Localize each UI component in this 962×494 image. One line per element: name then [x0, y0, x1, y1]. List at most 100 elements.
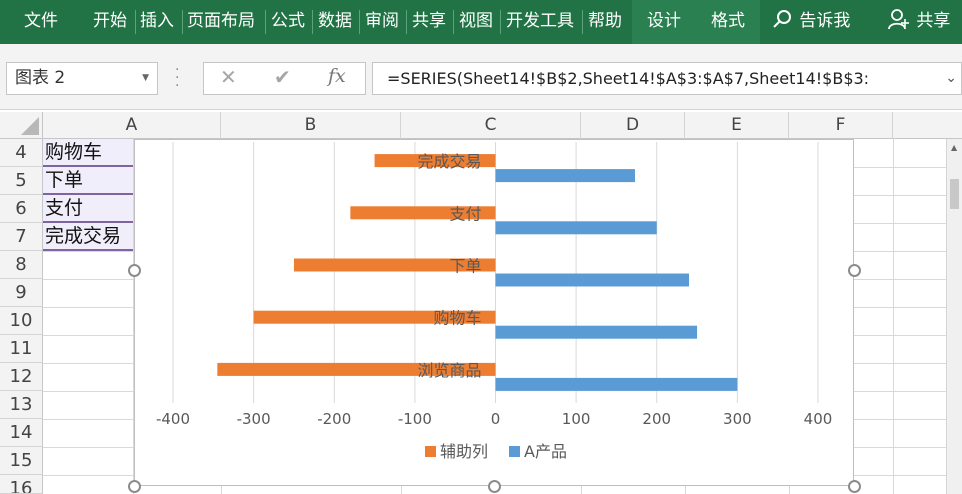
- dropdown-arrow-icon[interactable]: ▼: [142, 63, 149, 94]
- tab-separator: [312, 10, 313, 34]
- tab-home[interactable]: 开始: [93, 0, 127, 44]
- scroll-up-icon[interactable]: ▲: [951, 143, 957, 152]
- chart-svg: 浏览商品 购物车 下单 支付 完成交易 -400 -300 -200 -100 0 100 200 30…: [156, 142, 833, 461]
- formula-buttons: ✕ ✔ fx: [203, 62, 366, 95]
- cancel-icon[interactable]: ✕: [220, 65, 237, 89]
- resize-handle-right[interactable]: [848, 264, 861, 277]
- row-header-12[interactable]: 12: [0, 363, 43, 391]
- x-tick-label: 400: [804, 410, 833, 428]
- cell-a7[interactable]: 完成交易: [43, 223, 133, 251]
- row-header-9[interactable]: 9: [0, 279, 43, 307]
- tab-separator: [500, 10, 501, 34]
- column-header-f[interactable]: F: [789, 112, 893, 139]
- x-tick-label: 0: [491, 410, 501, 428]
- x-tick-label: 300: [723, 410, 752, 428]
- tab-file[interactable]: 文件: [24, 0, 58, 44]
- category-label: 下单: [449, 257, 481, 276]
- tab-separator: [453, 10, 454, 34]
- row-header-10[interactable]: 10: [0, 307, 43, 335]
- bar-product-series: [495, 169, 635, 183]
- tab-developer[interactable]: 开发工具: [506, 0, 574, 44]
- tab-formulas[interactable]: 公式: [271, 0, 305, 44]
- resize-handle-bottom[interactable]: [488, 480, 501, 493]
- row-header-13[interactable]: 13: [0, 391, 43, 419]
- vertical-dots-icon[interactable]: · · ·: [175, 63, 179, 93]
- category-label: 支付: [449, 204, 481, 223]
- tell-me-label: 告诉我: [799, 11, 851, 31]
- select-all-corner[interactable]: [0, 112, 43, 139]
- column-header-g[interactable]: G: [893, 112, 962, 139]
- category-label: 购物车: [433, 309, 481, 328]
- bar-product-series: [495, 273, 689, 287]
- category-label: 完成交易: [417, 152, 481, 171]
- legend-label: 辅助列: [440, 442, 488, 461]
- legend-swatch: [425, 446, 436, 457]
- tab-review[interactable]: 审阅: [365, 0, 399, 44]
- row-header-16[interactable]: 16: [0, 475, 43, 494]
- bar-product-series: [495, 221, 657, 235]
- x-tick-label: -200: [317, 410, 351, 428]
- row-header-7[interactable]: 7: [0, 223, 43, 251]
- tab-share[interactable]: 共享: [412, 0, 446, 44]
- resize-handle-left[interactable]: [128, 264, 141, 277]
- column-header-a[interactable]: A: [43, 112, 221, 139]
- column-header-c[interactable]: C: [401, 112, 581, 139]
- resize-handle-bottom-right[interactable]: [848, 480, 861, 493]
- insert-function-icon[interactable]: fx: [328, 65, 346, 87]
- tab-design[interactable]: 设计: [647, 0, 681, 44]
- scrollbar-thumb[interactable]: [950, 179, 959, 209]
- tab-separator: [359, 10, 360, 34]
- row-header-8[interactable]: 8: [0, 251, 43, 279]
- cell-a5[interactable]: 下单: [43, 167, 133, 195]
- enter-icon[interactable]: ✔: [274, 65, 291, 89]
- tab-format[interactable]: 格式: [711, 0, 745, 44]
- column-header-e[interactable]: E: [685, 112, 789, 139]
- cell-a4[interactable]: 购物车: [43, 139, 133, 167]
- share-label: 共享: [916, 11, 951, 31]
- bar-product-series: [495, 377, 738, 391]
- funnel-chart[interactable]: 浏览商品 购物车 下单 支付 完成交易 -400 -300 -200 -100 0 100 200 30…: [134, 139, 854, 486]
- tab-separator: [182, 10, 183, 34]
- x-tick-label: 200: [642, 410, 671, 428]
- person-add-icon: [888, 9, 909, 30]
- row-header-5[interactable]: 5: [0, 167, 43, 195]
- column-header-b[interactable]: B: [221, 112, 401, 139]
- tab-separator: [135, 10, 136, 34]
- column-header-d[interactable]: D: [581, 112, 685, 139]
- category-label: 浏览商品: [417, 361, 481, 380]
- x-tick-label: -400: [156, 410, 190, 428]
- share-button[interactable]: 共享: [887, 0, 950, 44]
- formula-input[interactable]: =SERIES(Sheet14!$B$2,Sheet14!$A$3:$A$7,S…: [372, 62, 962, 95]
- formula-text: =SERIES(Sheet14!$B$2,Sheet14!$A$3:$A$7,S…: [387, 69, 870, 88]
- row-header-4[interactable]: 4: [0, 139, 43, 167]
- formula-bar: 图表 2 ▼ · · · ✕ ✔ fx =SERIES(Sheet14!$B$2,S…: [0, 44, 962, 110]
- row-header-11[interactable]: 11: [0, 335, 43, 363]
- tab-view[interactable]: 视图: [459, 0, 493, 44]
- x-tick-label: 100: [562, 410, 591, 428]
- tab-insert[interactable]: 插入: [140, 0, 174, 44]
- tab-help[interactable]: 帮助: [588, 0, 622, 44]
- tab-separator: [582, 10, 583, 34]
- resize-handle-bottom-left[interactable]: [128, 480, 141, 493]
- gridline: [893, 139, 894, 494]
- name-box-value: 图表 2: [15, 68, 66, 88]
- tab-data[interactable]: 数据: [318, 0, 352, 44]
- cell-a6[interactable]: 支付: [43, 195, 133, 223]
- row-header-15[interactable]: 15: [0, 447, 43, 475]
- tab-separator: [265, 10, 266, 34]
- tab-page-layout[interactable]: 页面布局: [187, 0, 255, 44]
- x-tick-label: -100: [398, 410, 432, 428]
- legend-swatch: [509, 446, 520, 457]
- column-headers: A B C D E F G: [43, 112, 962, 139]
- row-header-14[interactable]: 14: [0, 419, 43, 447]
- ribbon: 文件 开始 插入 页面布局 公式 数据 审阅 共享 视图 开发工具 帮助 设计 …: [0, 0, 962, 44]
- expand-formula-icon[interactable]: ⌄: [945, 63, 957, 94]
- legend-label: A产品: [524, 442, 567, 461]
- x-tick-label: -300: [237, 410, 271, 428]
- tab-separator: [406, 10, 407, 34]
- row-header-6[interactable]: 6: [0, 195, 43, 223]
- search-icon: [773, 10, 791, 28]
- tell-me-button[interactable]: 告诉我: [772, 0, 850, 44]
- vertical-scrollbar[interactable]: ▲: [946, 139, 962, 494]
- name-box[interactable]: 图表 2 ▼: [6, 62, 158, 95]
